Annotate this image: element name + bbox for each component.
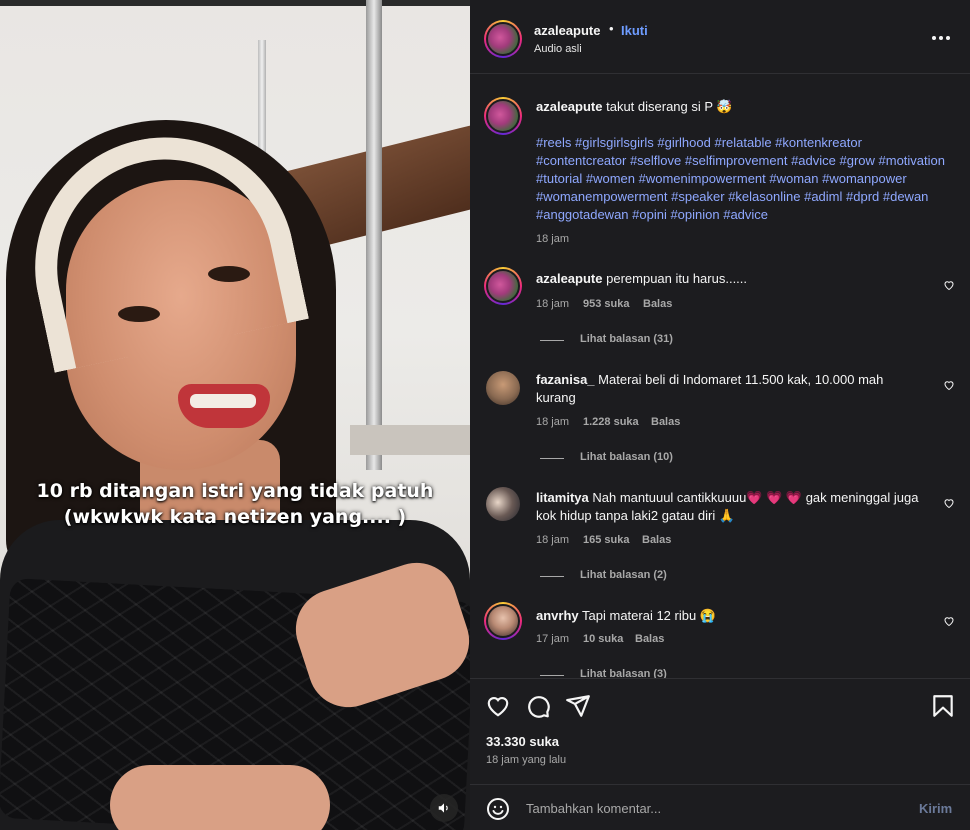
- send-icon[interactable]: [565, 693, 591, 719]
- header-separator-dot: •: [609, 21, 614, 36]
- video-bg-strip: [0, 0, 470, 6]
- post-hashtags[interactable]: #reels #girlsgirlsgirls #girlhood #relat…: [536, 134, 946, 224]
- header-username[interactable]: azaleapute: [534, 23, 600, 38]
- reply-divider: [540, 576, 564, 577]
- comment-username[interactable]: anvrhy: [536, 608, 579, 623]
- video-person-eye-left: [118, 306, 160, 322]
- comment-time: 18 jam: [536, 416, 570, 428]
- avatar[interactable]: [486, 371, 520, 405]
- comment-text: perempuan itu harus......: [606, 271, 748, 286]
- video-caption-line-2: (wkwkwk kata netizen yang.... ): [63, 506, 407, 528]
- post-text: takut diserang si P 🤯: [606, 99, 733, 114]
- comment-likes[interactable]: 953 suka: [583, 298, 629, 310]
- video-hand-left: [110, 765, 330, 830]
- comment-username[interactable]: azaleapute: [536, 271, 602, 286]
- avatar[interactable]: [484, 602, 522, 640]
- comments-list[interactable]: azaleapute takut diserang si P 🤯 #reels …: [470, 75, 970, 678]
- view-replies-button[interactable]: Lihat balasan (2): [580, 569, 667, 581]
- avatar[interactable]: [484, 97, 522, 135]
- video-caption: 10 rb ditangan istri yang tidak patuh (w…: [0, 478, 470, 530]
- heart-icon[interactable]: [485, 693, 511, 719]
- comment-text: Nah mantuuul cantikkuuuu💗 💗 💗 gak mening…: [536, 490, 919, 523]
- comment-likes[interactable]: 165 suka: [583, 534, 629, 546]
- comment-username[interactable]: fazanisa_: [536, 372, 595, 387]
- view-replies-button[interactable]: Lihat balasan (10): [580, 451, 673, 463]
- emoji-icon[interactable]: [486, 797, 510, 821]
- comment-likes[interactable]: 1.228 suka: [583, 416, 639, 428]
- reply-divider: [540, 675, 564, 676]
- view-replies-button[interactable]: Lihat balasan (3): [580, 668, 667, 678]
- post-time: 18 jam: [536, 233, 570, 245]
- post-username[interactable]: azaleapute: [536, 99, 602, 114]
- comment-icon[interactable]: [525, 693, 551, 719]
- follow-button[interactable]: Ikuti: [621, 23, 648, 38]
- view-replies-button[interactable]: Lihat balasan (31): [580, 333, 673, 345]
- heart-icon[interactable]: [943, 279, 955, 291]
- mute-button[interactable]: [430, 794, 458, 822]
- heart-icon[interactable]: [943, 379, 955, 391]
- reply-button[interactable]: Balas: [642, 534, 671, 546]
- reply-button[interactable]: Balas: [651, 416, 680, 428]
- avatar[interactable]: [486, 487, 520, 521]
- post-header: azaleapute • Ikuti Audio asli: [470, 0, 970, 74]
- audio-label[interactable]: Audio asli: [534, 43, 582, 55]
- comment-bar: Kirim: [470, 784, 970, 830]
- reply-button[interactable]: Balas: [643, 298, 672, 310]
- comment-time: 17 jam: [536, 633, 570, 645]
- comment-input[interactable]: [526, 795, 906, 821]
- comment-text: Tapi materai 12 ribu 😭: [582, 608, 716, 623]
- likes-count[interactable]: 33.330 suka: [486, 734, 559, 749]
- reply-divider: [540, 458, 564, 459]
- comment-time: 18 jam: [536, 534, 570, 546]
- video-caption-line-1: 10 rb ditangan istri yang tidak patuh: [36, 480, 434, 502]
- heart-icon[interactable]: [943, 497, 955, 509]
- more-horizontal-icon[interactable]: [928, 28, 954, 48]
- heart-icon[interactable]: [943, 615, 955, 627]
- post-panel: azaleapute • Ikuti Audio asli azaleapute…: [470, 0, 970, 830]
- post-timestamp: 18 jam yang lalu: [486, 754, 567, 766]
- comment-username[interactable]: litamitya: [536, 490, 589, 505]
- video-person-teeth: [190, 394, 256, 408]
- video-person-eye-right: [208, 266, 250, 282]
- video-bg-pole: [366, 0, 382, 470]
- avatar[interactable]: [484, 267, 522, 305]
- comment-likes[interactable]: 10 suka: [583, 633, 623, 645]
- comment-time: 18 jam: [536, 298, 570, 310]
- bookmark-icon[interactable]: [930, 693, 956, 719]
- action-bar: [470, 678, 970, 726]
- speaker-icon: [438, 803, 448, 813]
- video-bg-ledge: [350, 425, 470, 455]
- reply-divider: [540, 340, 564, 341]
- send-comment-button[interactable]: Kirim: [919, 801, 952, 816]
- avatar[interactable]: [484, 20, 522, 58]
- reel-video[interactable]: 10 rb ditangan istri yang tidak patuh (w…: [0, 0, 470, 830]
- reply-button[interactable]: Balas: [635, 633, 664, 645]
